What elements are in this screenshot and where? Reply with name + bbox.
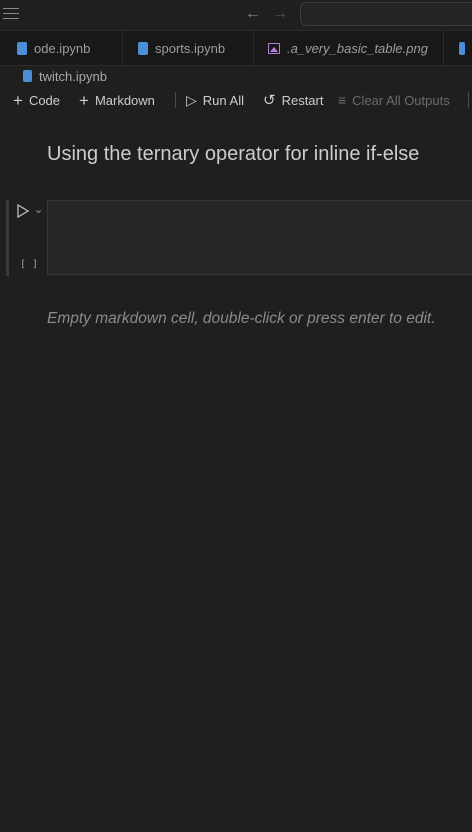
run-cell-icon[interactable] xyxy=(16,204,30,218)
run-all-button[interactable]: ▷ Run All xyxy=(186,90,244,110)
add-code-cell-button[interactable]: + Code xyxy=(13,90,60,110)
image-icon xyxy=(268,42,280,54)
restart-button[interactable]: ↺ Restart xyxy=(263,90,323,110)
editor-tab-bar: ode.ipynb sports.ipynb .a_very_basic_tab… xyxy=(0,31,472,66)
notebook-icon xyxy=(459,41,465,55)
notebook-icon xyxy=(138,41,148,55)
tab-label: sports.ipynb xyxy=(155,40,226,56)
tab-ode-ipynb[interactable]: ode.ipynb xyxy=(0,31,123,65)
notebook-icon xyxy=(23,70,32,82)
plus-icon: + xyxy=(79,90,89,110)
notebook-icon xyxy=(17,41,27,55)
execution-count: [ ] xyxy=(20,259,39,270)
tab-label: .a_very_basic_table.png xyxy=(287,40,428,56)
empty-markdown-cell[interactable]: Empty markdown cell, double-click or pre… xyxy=(47,310,436,328)
vscode-window: ← → ode.ipynb sports.ipynb .a_very_basic… xyxy=(0,0,472,832)
clear-all-outputs-button[interactable]: ≡ Clear All Outputs xyxy=(338,90,450,110)
breadcrumb[interactable]: twitch.ipynb xyxy=(23,66,107,86)
markdown-label: Markdown xyxy=(94,92,155,108)
hamburger-menu-icon[interactable] xyxy=(3,8,19,22)
tab-active-notebook[interactable] xyxy=(444,31,472,65)
notebook-toolbar: + Code + Markdown ▷ Run All ↺ Restart ≡ … xyxy=(0,88,472,112)
code-cell-editor[interactable] xyxy=(47,200,472,275)
restart-label: Restart xyxy=(281,92,324,108)
clear-outputs-icon: ≡ xyxy=(338,91,347,108)
title-bar: ← → xyxy=(0,0,472,31)
code-label: Code xyxy=(28,92,61,108)
toolbar-divider xyxy=(175,92,176,108)
run-all-icon: ▷ xyxy=(186,91,197,108)
forward-arrow-icon[interactable]: → xyxy=(272,6,288,22)
back-arrow-icon[interactable]: ← xyxy=(245,6,261,22)
restart-icon: ↺ xyxy=(263,91,276,109)
chevron-down-icon[interactable]: ⌄ xyxy=(34,203,43,216)
run-all-label: Run All xyxy=(202,92,244,108)
tab-a-very-basic-table-png[interactable]: .a_very_basic_table.png xyxy=(254,31,444,65)
toolbar-divider xyxy=(468,92,469,108)
clear-outputs-label: Clear All Outputs xyxy=(352,92,450,108)
breadcrumb-file: twitch.ipynb xyxy=(39,68,107,84)
add-markdown-cell-button[interactable]: + Markdown xyxy=(79,90,155,110)
tab-sports-ipynb[interactable]: sports.ipynb xyxy=(123,31,254,65)
command-center-search[interactable] xyxy=(300,2,472,26)
plus-icon: + xyxy=(13,90,23,110)
tab-label: ode.ipynb xyxy=(34,40,91,56)
markdown-heading-cell[interactable]: Using the ternary operator for inline if… xyxy=(47,143,419,166)
cell-focus-bar xyxy=(6,200,9,276)
